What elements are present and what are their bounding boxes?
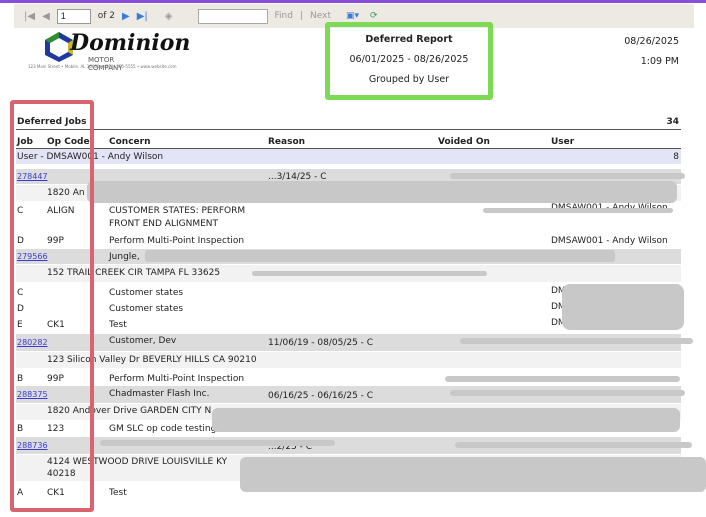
- line-concern-cont: FRONT END ALIGNMENT: [109, 219, 219, 229]
- export-save-icon[interactable]: ▣▾: [346, 11, 359, 21]
- redaction: [87, 181, 677, 203]
- logo-address: 123 Main Street • Mobile, AL 36660 • (25…: [28, 64, 177, 69]
- next-link[interactable]: Next: [310, 11, 331, 21]
- find-separator: |: [299, 11, 303, 21]
- report-date-range: 06/01/2025 - 08/26/2025: [349, 54, 469, 65]
- job-dates: 11/06/19 - 08/05/25 - C: [268, 338, 374, 348]
- line-concern: Test: [109, 488, 127, 498]
- report-title: Deferred Report: [365, 34, 453, 45]
- line-concern: GM SLC op code testing: [109, 424, 217, 434]
- find-input[interactable]: [197, 8, 268, 24]
- col-concern: Concern: [109, 137, 151, 147]
- find-link[interactable]: Find: [275, 11, 293, 21]
- last-page-icon[interactable]: ▶|: [137, 11, 148, 22]
- line-concern: Customer states: [109, 288, 184, 298]
- redaction: [450, 390, 685, 396]
- col-voided-on: Voided On: [438, 137, 490, 147]
- section-count: 34: [666, 117, 679, 127]
- window-top-border: [0, 0, 706, 3]
- redaction: [450, 173, 685, 179]
- line-concern: Test: [109, 320, 127, 330]
- report-grouping: Grouped by User: [368, 74, 450, 85]
- page-count: of 2: [97, 11, 116, 21]
- first-page-icon[interactable]: |◀: [24, 11, 35, 22]
- redaction: [100, 440, 335, 446]
- job-customer: Jungle,: [109, 252, 140, 262]
- page-number-input[interactable]: [56, 8, 91, 24]
- redaction: [460, 338, 693, 344]
- next-page-icon[interactable]: ▶: [122, 11, 130, 22]
- group-count: 8: [673, 152, 679, 162]
- line-user: DMSAW001 - Andy Wilson: [551, 236, 668, 246]
- redaction: [445, 376, 680, 382]
- report-date: 08/26/2025: [624, 36, 679, 47]
- report-time: 1:09 PM: [640, 56, 679, 67]
- redaction: [483, 208, 673, 213]
- report-title-highlight: Deferred Report 06/01/2025 - 08/26/2025 …: [325, 22, 493, 100]
- line-concern: Perform Multi-Point Inspection: [109, 374, 245, 384]
- job-customer: Customer, Dev: [109, 336, 177, 346]
- section-divider: [16, 129, 681, 130]
- job-dates: 06/16/25 - 06/16/25 - C: [268, 391, 374, 401]
- prev-page-icon[interactable]: ◀: [42, 11, 50, 22]
- col-reason: Reason: [268, 137, 306, 147]
- refresh-icon[interactable]: ⟳: [370, 11, 378, 21]
- back-icon[interactable]: ◈: [165, 11, 173, 22]
- redaction: [212, 408, 680, 432]
- logo-name: Dominion: [70, 30, 191, 56]
- redaction: [562, 284, 684, 330]
- redaction: [240, 457, 706, 492]
- line-concern: Customer states: [109, 304, 184, 314]
- redaction: [455, 442, 692, 448]
- line-concern: Perform Multi-Point Inspection: [109, 236, 245, 246]
- col-user: User: [551, 137, 575, 147]
- redaction: [252, 271, 487, 276]
- job-customer: Chadmaster Flash Inc.: [109, 389, 210, 399]
- line-concern: CUSTOMER STATES: PERFORM: [109, 206, 246, 216]
- redaction: [145, 250, 615, 262]
- job-opcode-highlight: [10, 100, 94, 512]
